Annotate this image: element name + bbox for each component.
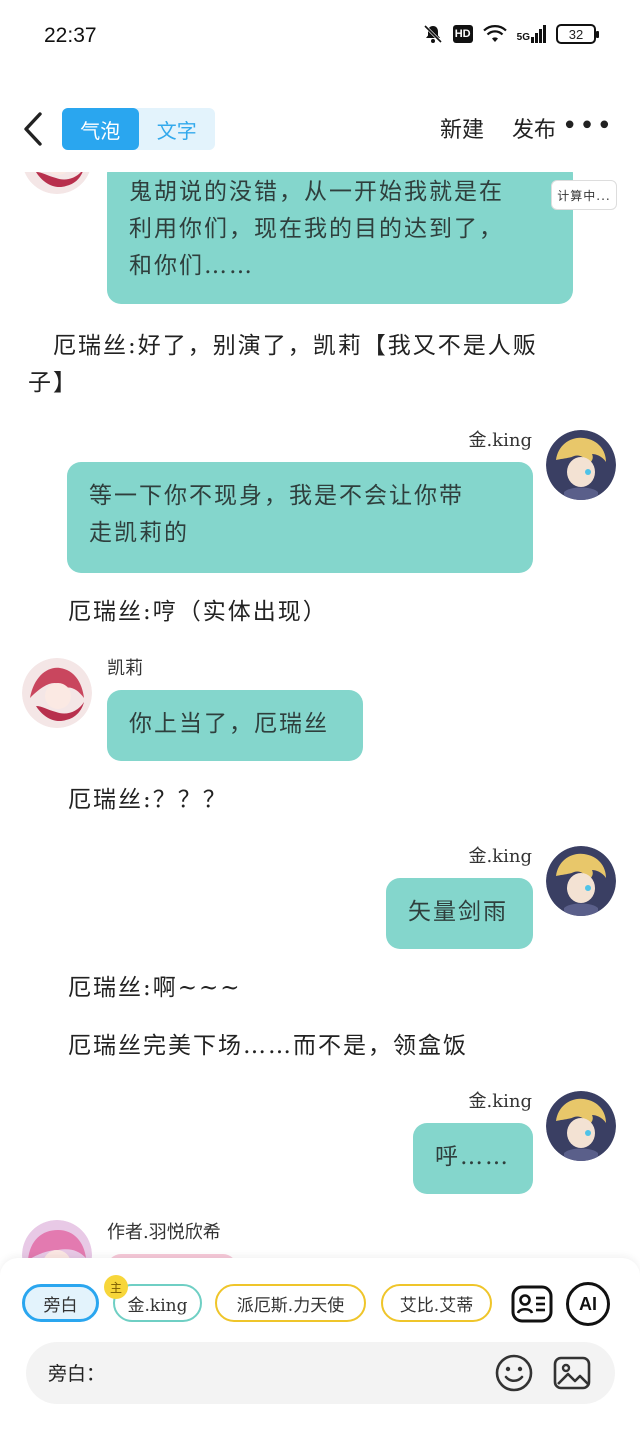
main-role-badge: 主 [104, 1275, 128, 1299]
narration-text[interactable]: 厄瑞丝:好了，别演了，凯莉【我又不是人贩 子】 [28, 328, 618, 402]
narration-line: 厄瑞丝完美下场……而不是，领盒饭 [68, 1033, 468, 1059]
wifi-icon [482, 25, 507, 42]
avatar-jin-king[interactable] [546, 846, 616, 916]
role-chip-narrator[interactable]: 旁白 [22, 1284, 99, 1322]
message-line: 等一下你不现身，我是不会让你带 [89, 483, 464, 509]
status-time: 22:37 [44, 24, 97, 47]
message-line: 走凯莉的 [89, 520, 189, 546]
narration-line: 子】 [28, 370, 78, 396]
contact-card-icon[interactable] [510, 1282, 554, 1326]
narration-line: 厄瑞丝:？？？ [68, 787, 228, 813]
narration-text[interactable]: 厄瑞丝:啊~~~ [68, 970, 242, 1007]
role-chip-paiers[interactable]: 派厄斯.力天使 [215, 1284, 366, 1322]
publish-button[interactable]: 发布 [512, 112, 556, 144]
message-bubble-right[interactable]: 呼…… [413, 1123, 533, 1194]
sender-name: 金.king [468, 430, 532, 451]
sender-name: 凯莉 [107, 658, 143, 679]
ai-button[interactable]: AI [566, 1282, 610, 1326]
new-button[interactable]: 新建 [440, 112, 484, 144]
avatar-kaili[interactable] [22, 658, 92, 728]
avatar-pink-hair-icon [24, 172, 90, 194]
narration-text[interactable]: 厄瑞丝:？？？ [68, 782, 228, 819]
signal-icon: 5G [517, 25, 546, 43]
narration-line: 厄瑞丝:好了，别演了，凯莉【我又不是人贩 [28, 333, 538, 359]
message-line: 矢量剑雨 [408, 899, 508, 925]
bottom-panel: 旁白 金.king 主 派厄斯.力天使 艾比.艾蒂 AI 旁白： [0, 1258, 640, 1429]
tab-bubble[interactable]: 气泡 [62, 108, 139, 150]
message-line: 你上当了，厄瑞丝 [129, 711, 329, 737]
avatar-blond-boy-icon [546, 846, 616, 916]
message-bubble-right[interactable]: 矢量剑雨 [386, 878, 533, 949]
avatar-jin-king[interactable] [546, 430, 616, 500]
narration-line: 厄瑞丝:哼（实体出现） [68, 599, 328, 625]
smiley-icon[interactable] [494, 1353, 534, 1393]
image-icon[interactable] [552, 1353, 592, 1393]
chat-area[interactable]: 鬼胡说的没错，从一开始我就是在 利用你们，现在我的目的达到了， 和你们…… 计算… [0, 172, 640, 1260]
avatar-author[interactable] [22, 1220, 92, 1260]
mode-toggle: 气泡 文字 [62, 108, 215, 150]
top-nav: 气泡 文字 新建 发布 ••• [0, 100, 640, 158]
avatar-blond-boy-icon [546, 1091, 616, 1161]
input-role-label: 旁白： [48, 1363, 106, 1385]
avatar-jin-king[interactable] [546, 1091, 616, 1161]
mute-bell-icon [423, 24, 442, 44]
tab-text[interactable]: 文字 [139, 108, 216, 150]
message-line: 呼…… [435, 1144, 510, 1170]
sender-name: 作者.羽悦欣希 [107, 1222, 221, 1243]
message-bubble-right[interactable]: 等一下你不现身，我是不会让你带 走凯莉的 [67, 462, 533, 573]
role-chip-aibi[interactable]: 艾比.艾蒂 [381, 1284, 492, 1322]
calculating-badge: 计算中... [551, 180, 617, 210]
sender-name: 金.king [468, 846, 532, 867]
narration-line: 厄瑞丝:啊~~~ [68, 975, 242, 1001]
avatar-blond-boy-icon [546, 430, 616, 500]
network-type: 5G [516, 32, 530, 43]
message-input-bar: 旁白： [26, 1342, 615, 1404]
battery-icon: 32 [556, 24, 599, 44]
message-line: 利用你们，现在我的目的达到了， [129, 216, 504, 242]
avatar-pink-hair-icon [22, 658, 92, 728]
more-menu-button[interactable]: ••• [562, 113, 614, 139]
message-bubble-left[interactable]: 鬼胡说的没错，从一开始我就是在 利用你们，现在我的目的达到了， 和你们…… [107, 172, 573, 304]
status-icons: HD 5G 32 [423, 24, 599, 44]
avatar-pink-girl-icon [22, 1220, 92, 1260]
sender-name: 金.king [468, 1091, 532, 1112]
message-line: 和你们…… [129, 253, 254, 279]
message-bubble-left[interactable]: 你上当了，厄瑞丝 [107, 690, 363, 761]
hd-icon: HD [452, 25, 473, 43]
message-input[interactable] [112, 1354, 492, 1392]
avatar-kaili[interactable] [22, 172, 92, 194]
back-arrow-icon[interactable] [20, 108, 48, 150]
narration-text[interactable]: 厄瑞丝:哼（实体出现） [68, 594, 328, 631]
status-bar: 22:37 HD 5G 32 [0, 0, 640, 72]
narration-text[interactable]: 厄瑞丝完美下场……而不是，领盒饭 [68, 1028, 468, 1065]
message-line: 鬼胡说的没错，从一开始我就是在 [129, 179, 504, 205]
